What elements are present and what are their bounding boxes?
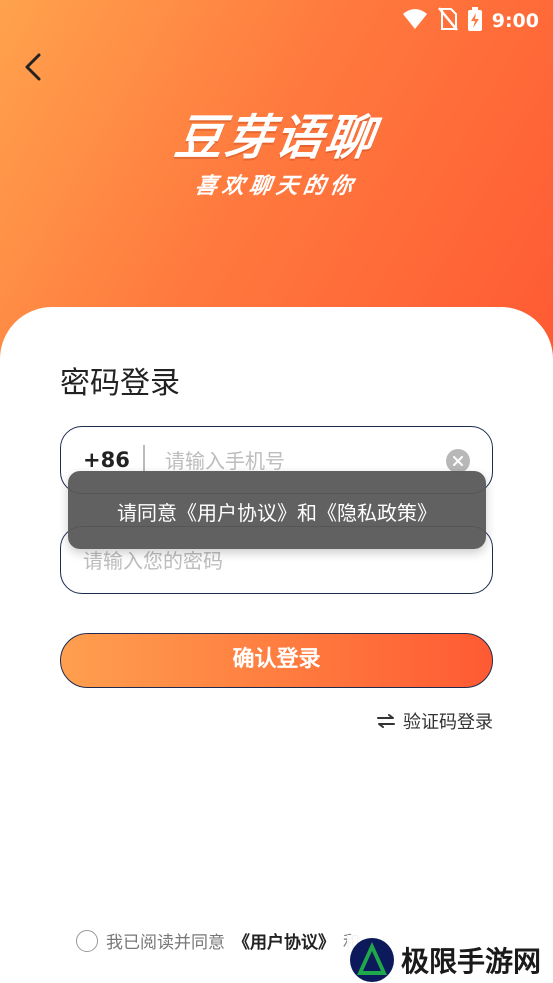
watermark-logo-icon <box>349 938 394 982</box>
agreement-row: 我已阅读并同意 《用户协议》 和 <box>76 928 360 953</box>
status-bar: 9:00 <box>0 0 553 40</box>
user-agreement-link[interactable]: 《用户协议》 <box>233 928 335 953</box>
switch-to-code-login[interactable]: 验证码登录 <box>377 708 493 734</box>
brand-logo: 豆芽语聊 喜欢聊天的你 <box>0 98 553 200</box>
switch-login-label: 验证码登录 <box>403 712 493 733</box>
chevron-left-icon <box>25 53 41 81</box>
agreement-checkbox[interactable] <box>76 929 98 952</box>
back-button[interactable] <box>18 50 48 84</box>
login-button[interactable]: 确认登录 <box>60 633 493 688</box>
password-input[interactable] <box>83 545 463 577</box>
wifi-icon <box>402 8 428 34</box>
watermark: 极限手游网 <box>346 935 545 983</box>
battery-icon <box>467 7 482 35</box>
toast-message: 请同意《用户协议》和《隐私政策》 <box>68 471 486 549</box>
brand-slogan: 喜欢聊天的你 <box>193 174 359 199</box>
status-time: 9:00 <box>491 10 539 32</box>
page-title: 密码登录 <box>60 366 180 401</box>
country-code[interactable]: +86 <box>83 448 130 472</box>
no-sim-icon <box>437 7 458 35</box>
agreement-prefix: 我已阅读并同意 <box>106 933 225 953</box>
swap-icon <box>377 714 395 728</box>
clear-button[interactable] <box>446 449 470 473</box>
close-icon <box>453 456 463 466</box>
brand-name: 豆芽语聊 <box>171 110 380 166</box>
watermark-text: 极限手游网 <box>400 945 541 978</box>
